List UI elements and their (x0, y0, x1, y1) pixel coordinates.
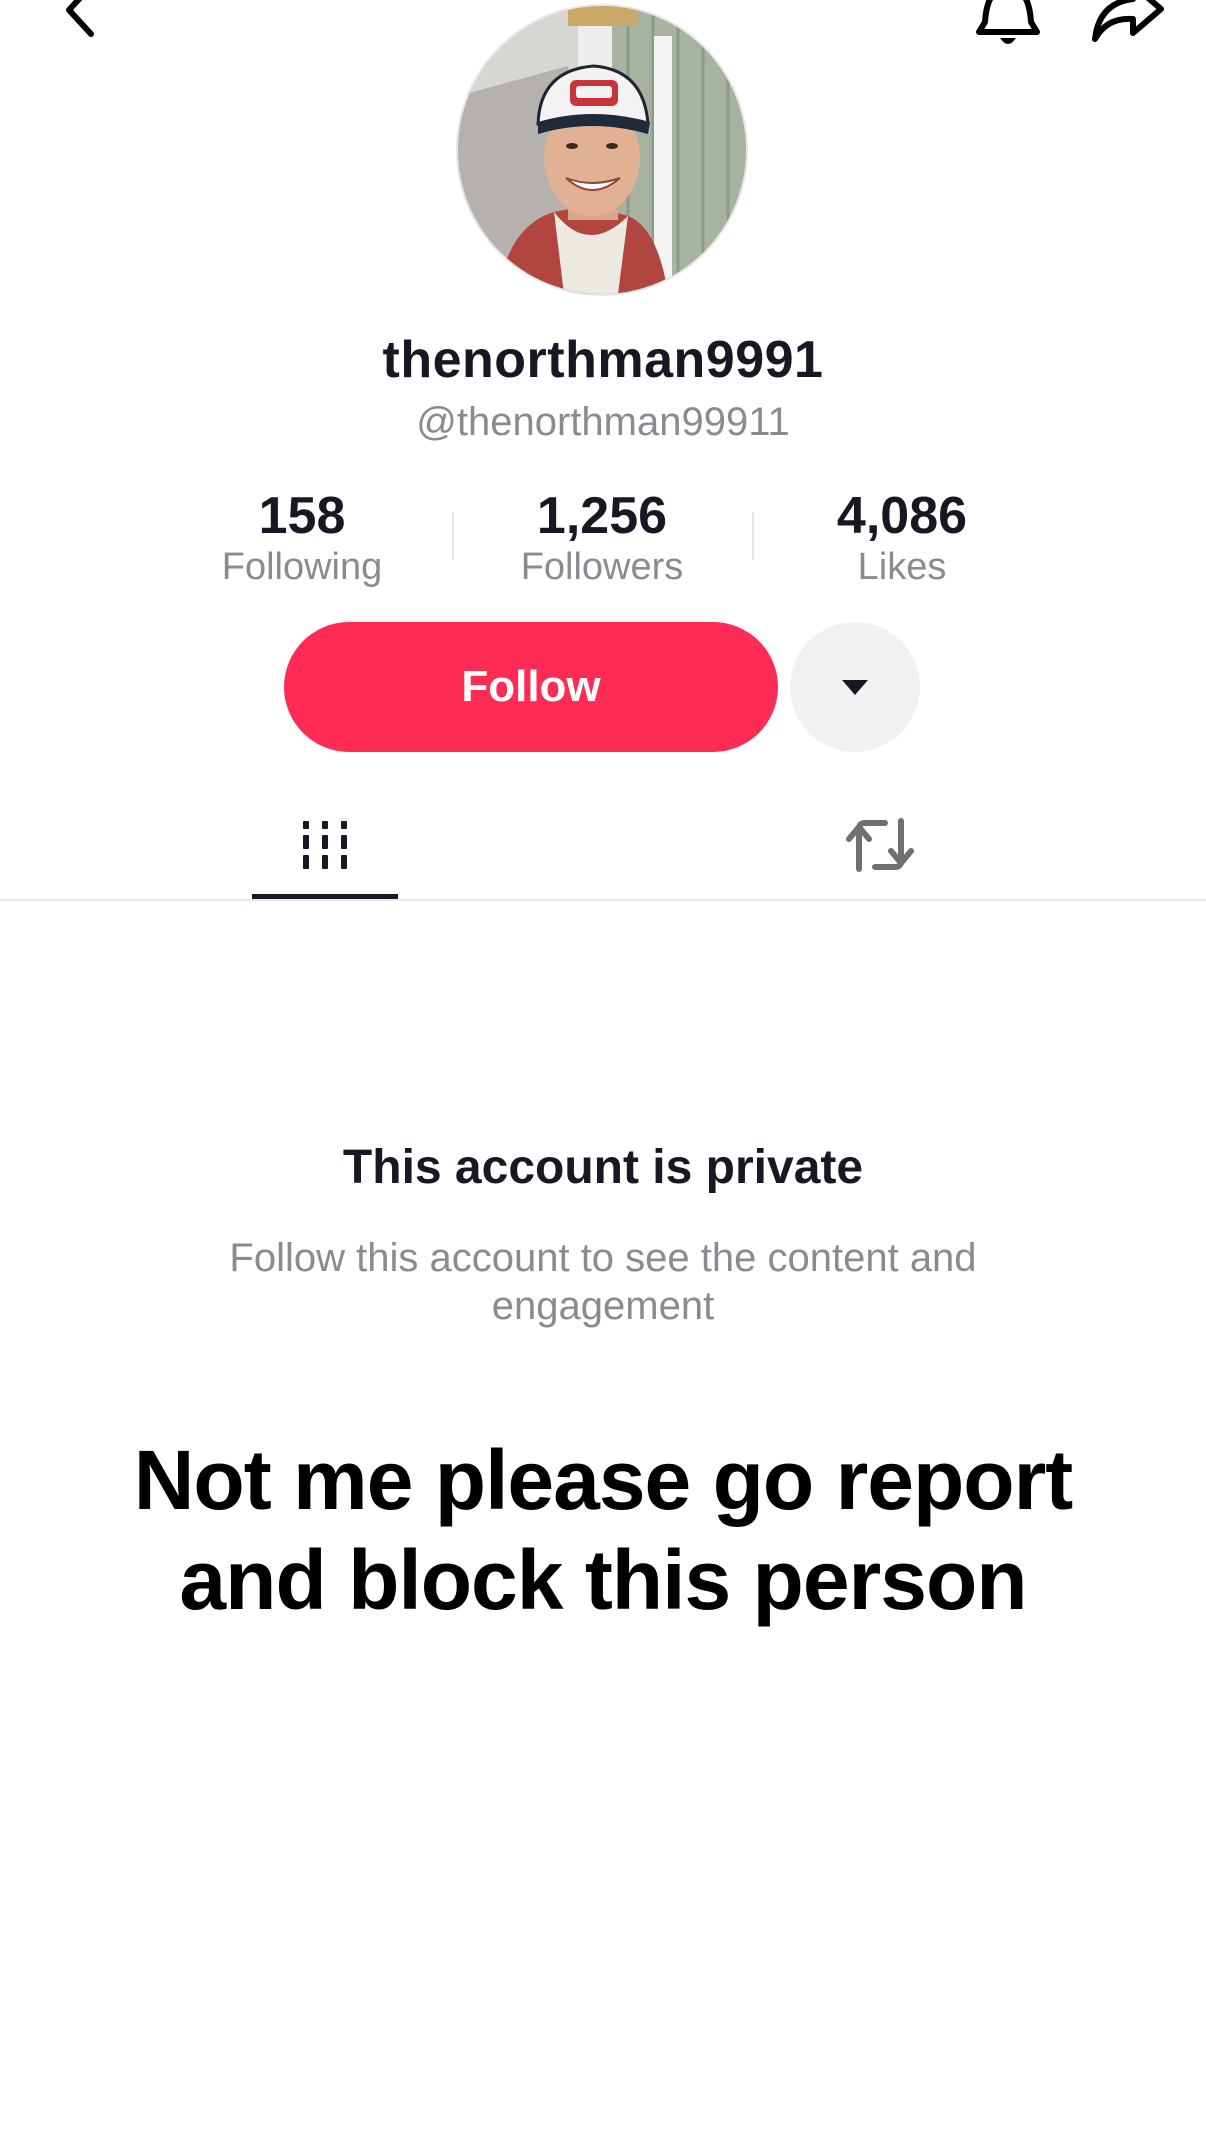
caret-down-icon (842, 680, 868, 695)
stat-followers[interactable]: 1,256 Followers (472, 486, 732, 590)
notification-bell-button[interactable] (966, 0, 1050, 54)
following-count: 158 (258, 487, 346, 545)
repost-icon (846, 818, 914, 872)
username-handle: @thenorthman99911 (416, 400, 790, 444)
following-label: Following (221, 546, 383, 588)
likes-count: 4,086 (836, 487, 968, 545)
private-account-title: This account is private (342, 1141, 864, 1194)
stat-likes[interactable]: 4,086 Likes (772, 486, 1032, 590)
followers-count: 1,256 (536, 487, 668, 545)
tabs-divider (0, 899, 1206, 901)
overlay-caption: Not me please go report and block this p… (133, 1433, 1074, 1627)
stat-divider (452, 512, 454, 560)
stat-following[interactable]: 158 Following (172, 486, 432, 590)
likes-label: Likes (857, 546, 947, 588)
bell-icon (976, 0, 1040, 44)
profile-photo (458, 6, 746, 294)
share-arrow-icon (1092, 0, 1164, 42)
grid-bars-icon (303, 821, 347, 869)
more-options-button[interactable] (790, 622, 920, 752)
followers-label: Followers (520, 546, 684, 588)
private-account-description: Follow this account to see the content a… (229, 1236, 977, 1328)
avatar[interactable] (458, 6, 746, 294)
display-name: thenorthman9991 (382, 331, 824, 389)
follow-button[interactable]: Follow (284, 622, 778, 752)
back-button[interactable] (40, 0, 120, 50)
stat-divider (752, 512, 754, 560)
tab-videos[interactable] (252, 790, 398, 900)
tab-reposts[interactable] (810, 790, 950, 900)
chevron-left-icon (66, 0, 94, 37)
share-button[interactable] (1082, 0, 1172, 54)
